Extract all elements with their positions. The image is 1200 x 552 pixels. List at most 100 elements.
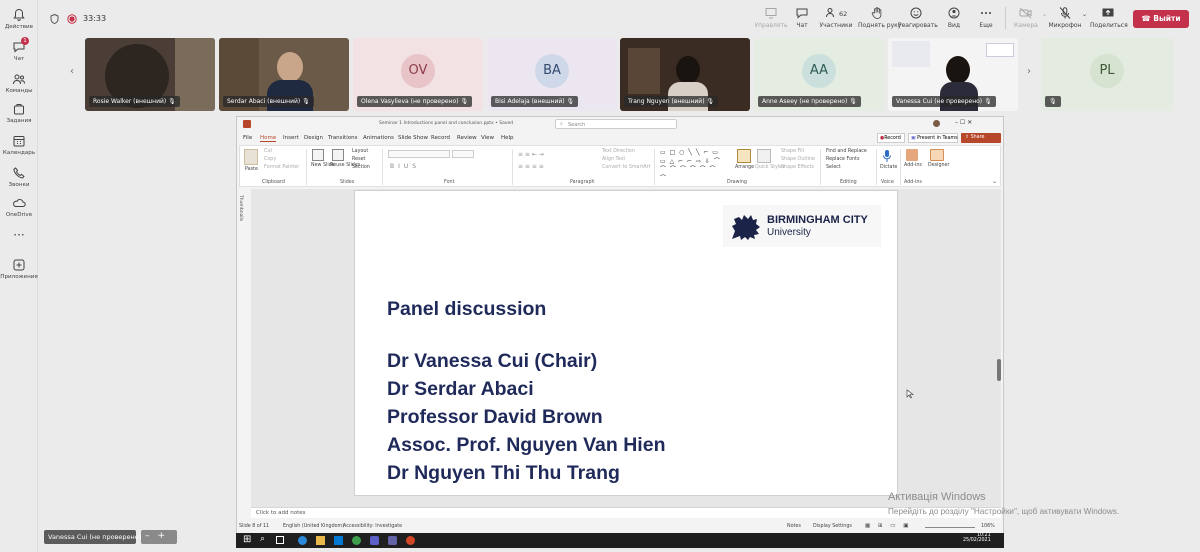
display-settings-button[interactable]: Display Settings — [813, 524, 852, 529]
replace-fonts-button[interactable]: Replace Fonts — [826, 157, 859, 162]
rail-item-onedrive[interactable]: OneDrive — [0, 196, 38, 218]
mail-icon[interactable] — [334, 536, 343, 545]
menu-insert[interactable]: Insert — [283, 135, 299, 141]
more-apps-icon[interactable]: ··· — [0, 229, 38, 241]
section-button[interactable]: Section — [352, 165, 370, 170]
shape-effects-button[interactable]: Shape Effects — [781, 165, 814, 170]
menu-design[interactable]: Design — [304, 135, 323, 141]
align-buttons[interactable]: ≡ ≡ ≡ ≡ — [518, 163, 544, 170]
leave-button[interactable]: ☎ Выйти — [1133, 10, 1189, 28]
reuse-slides-icon[interactable] — [332, 149, 344, 161]
menu-view[interactable]: View — [481, 135, 494, 141]
vertical-scrollbar[interactable] — [997, 359, 1001, 381]
participant-tile[interactable]: AA Anne Aseey (не проверено) 🎙 — [754, 38, 884, 111]
edge-icon[interactable] — [298, 536, 307, 545]
add-ins-icon[interactable] — [906, 149, 918, 161]
select-button[interactable]: Select — [826, 165, 841, 170]
windows-start-icon[interactable]: ⊞ — [243, 535, 251, 545]
react-button[interactable]: Реагировать — [898, 6, 938, 29]
font-size-select[interactable] — [452, 150, 474, 158]
file-explorer-icon[interactable] — [316, 536, 325, 545]
chrome-icon[interactable] — [352, 536, 361, 545]
menu-review[interactable]: Review — [457, 135, 477, 141]
view-button[interactable]: Вид — [942, 6, 966, 29]
layout-button[interactable]: Layout — [352, 149, 368, 154]
mic-button[interactable]: Микрофон — [1048, 6, 1082, 29]
participant-tile[interactable]: BA Bisi Adelaja (внешний) 🎙 — [487, 38, 617, 111]
present-in-teams-button[interactable]: ▣ Present in Teams — [908, 133, 958, 143]
slide-canvas[interactable]: BIRMINGHAM CITY University Panel discuss… — [354, 190, 898, 496]
rail-item-chat[interactable]: 1 Чат — [0, 37, 38, 62]
designer-icon[interactable] — [930, 149, 944, 161]
menu-help[interactable]: Help — [501, 135, 514, 141]
ribbon-collapse-icon[interactable]: ⌄ — [992, 178, 997, 185]
participants-button[interactable]: 62 Участники — [818, 6, 854, 29]
window-controls[interactable]: – ☐ ✕ — [955, 119, 972, 126]
menu-transitions[interactable]: Transitions — [328, 135, 357, 141]
align-text-button[interactable]: Align Text — [602, 157, 625, 162]
cut-button[interactable]: Cut — [264, 149, 272, 154]
participant-tile[interactable]: Vanessa Cui (не проверено) 🎙 — [888, 38, 1018, 111]
share-button[interactable]: Поделиться — [1090, 6, 1128, 29]
search-icon[interactable]: ⌕ — [260, 534, 265, 544]
menu-home[interactable]: Home — [260, 135, 277, 142]
language-status[interactable]: English (United Kingdom) — [283, 524, 344, 529]
taskbar-clock[interactable]: 10:21 25/02/2021 — [963, 533, 991, 543]
participant-tile[interactable]: Rosie Walker (внешний) 🎙 — [85, 38, 215, 111]
arrange-icon[interactable] — [737, 149, 751, 163]
menu-animations[interactable]: Animations — [363, 135, 394, 141]
shape-outline-button[interactable]: Shape Outline — [781, 157, 815, 162]
teams-app-icon[interactable] — [370, 536, 379, 545]
rail-item-activity[interactable]: Действие — [0, 8, 38, 30]
powerpoint-app-icon[interactable] — [406, 536, 415, 545]
menu-slide-show[interactable]: Slide Show — [398, 135, 428, 141]
rail-item-apps[interactable]: Приложения — [0, 258, 38, 280]
list-buttons[interactable]: ≡ ≡ ⇤ ⇥ — [518, 151, 544, 158]
paste-icon[interactable] — [244, 149, 258, 165]
reset-button[interactable]: Reset — [352, 157, 365, 162]
copy-button[interactable]: Copy — [264, 157, 276, 162]
convert-smartart-button[interactable]: Convert to SmartArt — [602, 165, 650, 170]
shapes-gallery[interactable]: ▭ □ ○ ╲ ╲ ⌐ ▭ ▭ △ ⌐ ⌐ ⇨ ⇩ ⌒ ⌒ ⌒ ⌒ ⌒ ⌒ ⌒ ⌒ — [660, 149, 724, 182]
raise-hand-button[interactable]: Поднять руку — [858, 6, 901, 29]
control-button[interactable]: Управлять — [754, 6, 788, 29]
new-slide-icon[interactable] — [312, 149, 324, 161]
quick-styles-icon[interactable] — [757, 149, 771, 163]
participant-tile[interactable]: Serdar Abaci (внешний) 🎙 — [219, 38, 349, 111]
ppt-search-box[interactable]: ⌕ Search — [555, 119, 677, 129]
self-view-size-controls[interactable]: –+ — [141, 530, 177, 544]
font-style-buttons[interactable]: BIUS — [390, 163, 420, 170]
accessibility-status[interactable]: Accessibility: Investigate — [343, 524, 402, 529]
task-view-icon[interactable] — [276, 536, 284, 544]
menu-record[interactable]: Record — [431, 135, 450, 141]
text-direction-button[interactable]: Text Direction — [602, 149, 635, 154]
ppt-share-button[interactable]: ⇪ Share — [961, 133, 1001, 143]
camera-button[interactable]: Камера — [1011, 6, 1041, 29]
camera-chevron-icon[interactable]: ⌄ — [1042, 11, 1047, 18]
format-painter-button[interactable]: Format Painter — [264, 165, 299, 170]
strip-next-icon[interactable]: › — [1027, 66, 1031, 77]
menu-file[interactable]: File — [243, 135, 252, 141]
mic-chevron-icon[interactable]: ⌄ — [1082, 11, 1087, 18]
record-button[interactable]: ●Record — [877, 133, 905, 143]
shape-fill-button[interactable]: Shape Fill — [781, 149, 804, 154]
font-family-select[interactable] — [388, 150, 450, 158]
view-mode-buttons[interactable]: ▦ ⊞ ▭ ▣ — [865, 523, 911, 529]
zoom-slider[interactable] — [925, 527, 975, 528]
user-avatar[interactable] — [933, 120, 940, 127]
participant-tile[interactable]: PL 🎙 — [1041, 38, 1173, 111]
rail-item-calendar[interactable]: Календарь — [0, 134, 38, 156]
rail-item-calls[interactable]: Звонки — [0, 166, 38, 188]
find-replace-button[interactable]: Find and Replace — [826, 149, 867, 154]
notes-toggle[interactable]: Notes — [787, 524, 801, 529]
teams-alt-icon[interactable] — [388, 536, 397, 545]
microphone-icon[interactable] — [882, 149, 892, 163]
rail-item-teams[interactable]: Команды — [0, 72, 38, 94]
zoom-level[interactable]: 106% — [981, 524, 995, 529]
chat-button[interactable]: Чат — [790, 6, 814, 29]
participant-tile[interactable]: Trang Nguyen (внешний) 🎙 — [620, 38, 750, 111]
strip-prev-icon[interactable]: ‹ — [70, 66, 74, 77]
participant-tile[interactable]: OV Olena Vasylieva (не проверено) 🎙 — [353, 38, 483, 111]
rail-item-assignments[interactable]: Задания — [0, 102, 38, 124]
more-button[interactable]: Еще — [974, 6, 998, 29]
